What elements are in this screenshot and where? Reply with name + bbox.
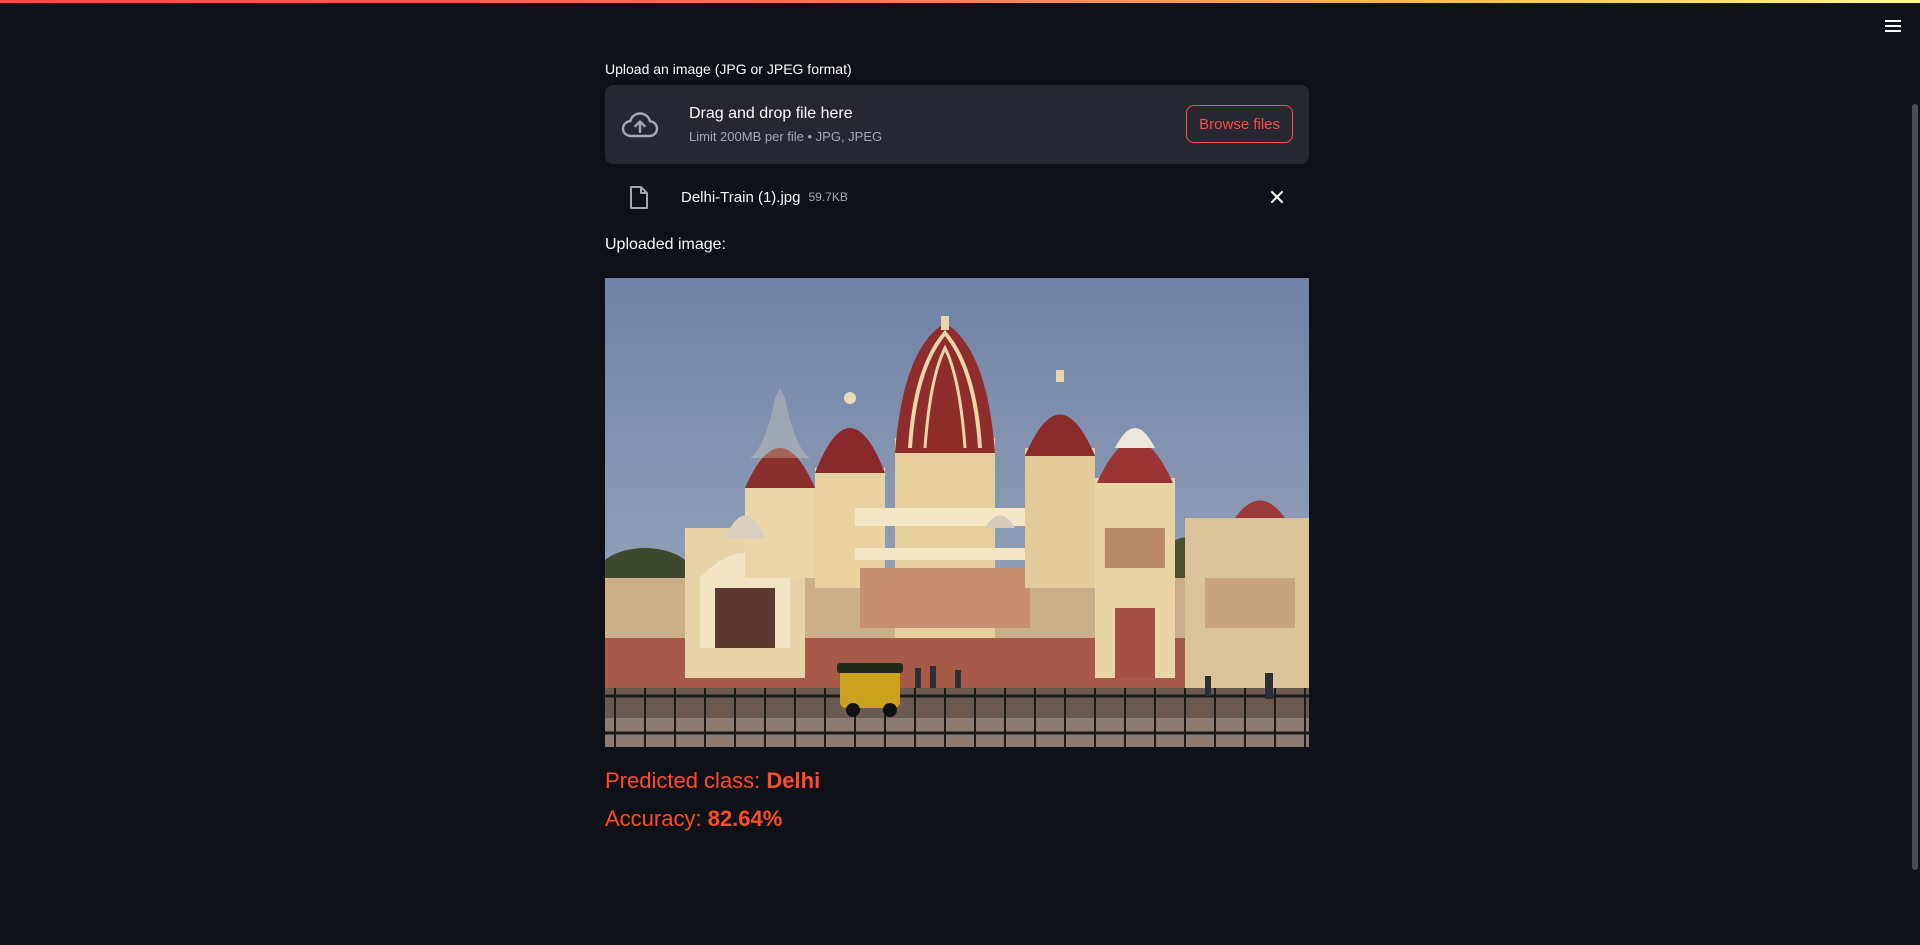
accuracy-label: Accuracy:	[605, 806, 708, 831]
main-menu-button[interactable]	[1878, 14, 1908, 38]
dropzone-title: Drag and drop file here	[689, 104, 853, 122]
remove-file-button[interactable]	[1269, 189, 1285, 205]
file-name: Delhi-Train (1).jpg	[681, 188, 801, 206]
accuracy: Accuracy: 82.64%	[605, 805, 1309, 833]
upload-label: Upload an image (JPG or JPEG format)	[605, 61, 852, 77]
close-icon	[1271, 191, 1283, 203]
uploaded-image	[605, 278, 1309, 747]
file-size: 59.7KB	[808, 190, 848, 204]
uploaded-image-label: Uploaded image:	[605, 236, 726, 253]
predicted-class-value: Delhi	[766, 768, 821, 793]
hamburger-menu-icon	[1885, 20, 1901, 32]
uploaded-file-item: Delhi-Train (1).jpg 59.7KB	[605, 175, 1309, 219]
main-content: Upload an image (JPG or JPEG format) Dra…	[605, 60, 1309, 833]
page-scrollbar[interactable]	[1912, 104, 1918, 870]
file-dropzone[interactable]: Drag and drop file here Limit 200MB per …	[605, 85, 1309, 164]
predicted-class: Predicted class: Delhi	[605, 767, 1309, 795]
top-decoration-bar	[0, 0, 1920, 3]
cloud-upload-icon	[621, 110, 659, 140]
predicted-class-label: Predicted class:	[605, 768, 767, 793]
dropzone-instructions: Drag and drop file here Limit 200MB per …	[689, 103, 882, 147]
browse-files-button[interactable]: Browse files	[1186, 105, 1293, 143]
dropzone-limit: Limit 200MB per file • JPG, JPEG	[689, 128, 883, 144]
accuracy-value: 82.64%	[707, 806, 783, 831]
file-icon	[629, 184, 651, 210]
